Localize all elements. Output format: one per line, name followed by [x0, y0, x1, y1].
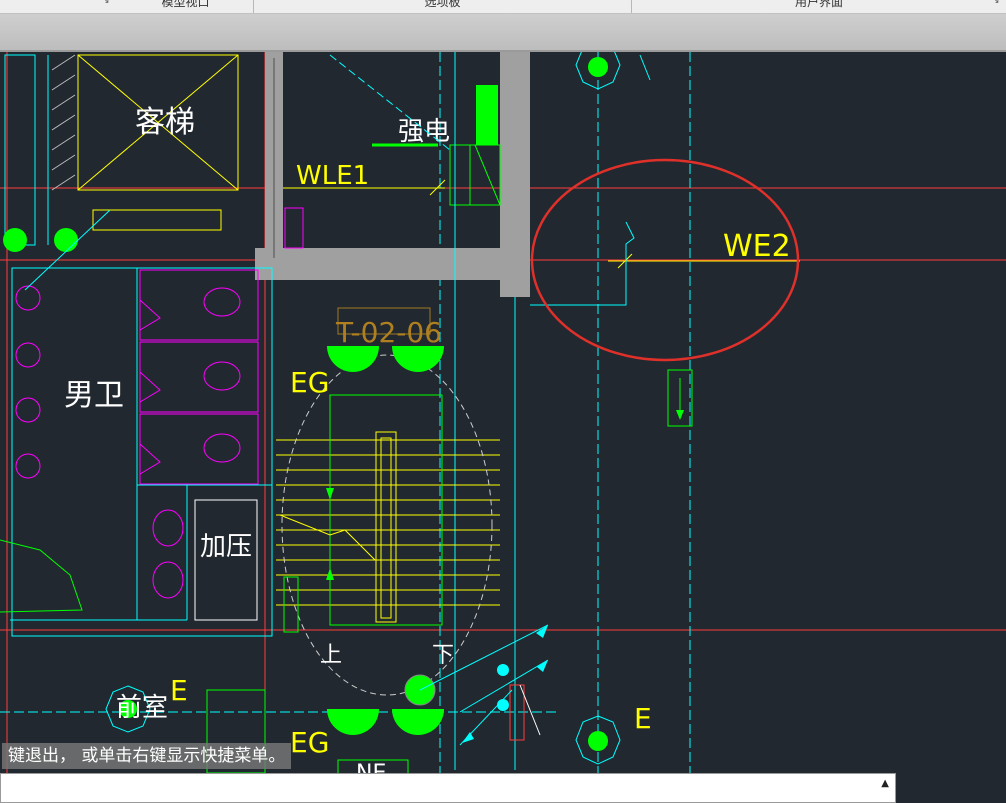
panel-model-viewports[interactable]: 模型视口 [118, 0, 254, 13]
e-label-left: E [170, 674, 188, 707]
command-history: 键退出， 或单击右键显示快捷菜单。 [2, 743, 292, 769]
cad-drawing-canvas[interactable]: 客梯 强电 WLE1 WE2 男卫 加压 T-02-06 上 下 EG EG 前… [0, 52, 1006, 773]
elevator-label: 客梯 [135, 105, 195, 140]
ribbon-panel-titles: 模型视口 选项板 用户界面 ↘ ↘ [0, 0, 1006, 14]
ribbon-strip [0, 14, 1006, 52]
panel-user-interface[interactable]: 用户界面 [632, 0, 1006, 13]
panel-expand-icon[interactable]: ↘ [992, 0, 1000, 6]
strong-current-room-label: 强电 [398, 117, 450, 147]
up-label: 上 [320, 643, 342, 668]
down-label: 下 [432, 643, 454, 668]
tag-label: T-02-06 [335, 316, 442, 349]
panel-palettes[interactable]: 选项板 [254, 0, 632, 13]
e-label-right: E [634, 702, 652, 735]
eg-label-bottom: EG [290, 726, 329, 759]
eg-label-top: EG [290, 366, 329, 399]
panel-user-interface-label: 用户界面 [794, 0, 843, 9]
command-history-toggle-icon[interactable]: ▲ [881, 778, 889, 789]
wle1-label: WLE1 [296, 161, 369, 191]
panel-model-viewports-label: 模型视口 [161, 0, 210, 9]
panel-palettes-label: 选项板 [424, 0, 461, 9]
ne-label: NE [356, 761, 386, 773]
panel-expand-icon[interactable]: ↘ [102, 0, 110, 6]
we2-label: WE2 [723, 229, 791, 264]
men-toilet-label: 男卫 [64, 378, 124, 413]
front-room-label: 前室 [116, 693, 168, 723]
distribution-panel [476, 85, 498, 145]
pressurize-label: 加压 [200, 532, 252, 562]
command-input[interactable]: ▲ [0, 773, 896, 803]
